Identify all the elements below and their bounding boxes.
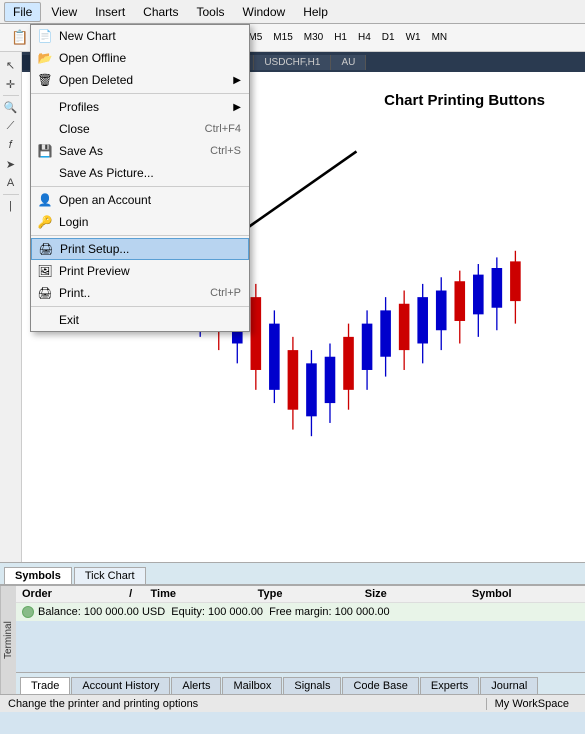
close-label: Close [59, 122, 90, 136]
menu-item-save-as[interactable]: 💾 Save As Ctrl+S [31, 140, 249, 162]
print-preview-label: Print Preview [59, 264, 130, 278]
save-as-label: Save As [59, 144, 103, 158]
separator-4 [31, 306, 249, 307]
exit-icon [37, 312, 53, 328]
open-deleted-label: Open Deleted [59, 73, 133, 87]
separator-1 [31, 93, 249, 94]
menu-item-save-as-picture[interactable]: Save As Picture... [31, 162, 249, 184]
print-preview-icon: 🖼 [37, 263, 53, 279]
open-deleted-icon: 🗑 [37, 72, 53, 88]
menu-item-profiles[interactable]: Profiles ▶ [31, 96, 249, 118]
menu-item-exit[interactable]: Exit [31, 309, 249, 331]
menu-item-open-offline[interactable]: 📂 Open Offline [31, 47, 249, 69]
menu-item-open-account[interactable]: 👤 Open an Account [31, 189, 249, 211]
profiles-label: Profiles [59, 100, 99, 114]
print-shortcut: Ctrl+P [210, 287, 241, 299]
menu-item-print[interactable]: 🖨 Print.. Ctrl+P [31, 282, 249, 304]
dropdown-overlay: 📄 New Chart 📂 Open Offline 🗑 Open Delete… [0, 0, 585, 734]
save-picture-icon [37, 165, 53, 181]
separator-2 [31, 186, 249, 187]
open-deleted-arrow: ▶ [233, 75, 241, 86]
app-window: File View Insert Charts Tools Window Hel… [0, 0, 585, 712]
profiles-arrow: ▶ [233, 102, 241, 113]
menu-item-close[interactable]: Close Ctrl+F4 [31, 118, 249, 140]
file-dropdown-menu: 📄 New Chart 📂 Open Offline 🗑 Open Delete… [30, 24, 250, 332]
close-shortcut: Ctrl+F4 [205, 123, 241, 135]
exit-label: Exit [59, 313, 79, 327]
profiles-icon [37, 99, 53, 115]
login-icon: 🔑 [37, 214, 53, 230]
open-offline-icon: 📂 [37, 50, 53, 66]
new-chart-icon: 📄 [37, 28, 53, 44]
save-as-icon: 💾 [37, 143, 53, 159]
menu-item-print-preview[interactable]: 🖼 Print Preview [31, 260, 249, 282]
print-setup-icon: 🖨 [38, 241, 54, 257]
menu-item-open-deleted[interactable]: 🗑 Open Deleted ▶ [31, 69, 249, 91]
menu-item-login[interactable]: 🔑 Login [31, 211, 249, 233]
open-account-label: Open an Account [59, 193, 151, 207]
print-icon: 🖨 [37, 285, 53, 301]
open-offline-label: Open Offline [59, 51, 126, 65]
close-icon [37, 121, 53, 137]
menu-item-print-setup[interactable]: 🖨 Print Setup... [31, 238, 249, 260]
open-account-icon: 👤 [37, 192, 53, 208]
save-as-picture-label: Save As Picture... [59, 166, 154, 180]
print-setup-label: Print Setup... [60, 242, 129, 256]
new-chart-label: New Chart [59, 29, 116, 43]
print-label: Print.. [59, 286, 90, 300]
login-label: Login [59, 215, 88, 229]
menu-item-new-chart[interactable]: 📄 New Chart [31, 25, 249, 47]
save-as-shortcut: Ctrl+S [210, 145, 241, 157]
separator-3 [31, 235, 249, 236]
